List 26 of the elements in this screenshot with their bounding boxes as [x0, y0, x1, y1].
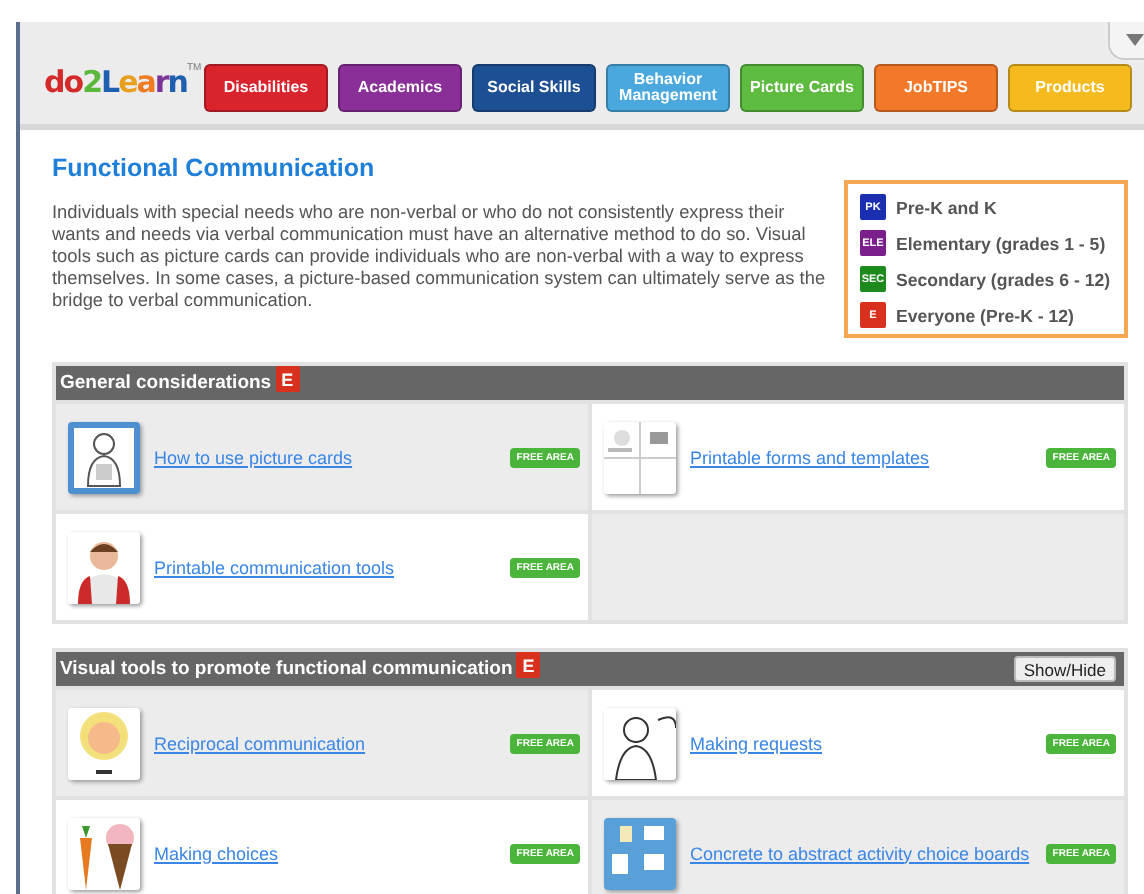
legend-label: Everyone (Pre-K - 12)	[896, 305, 1074, 325]
nav-button[interactable]: Disabilities	[204, 64, 328, 112]
resource-link[interactable]: Making choices	[154, 843, 279, 863]
nav-button[interactable]: JobTIPS	[874, 64, 998, 112]
page-title: Functional Communication	[52, 154, 377, 182]
level-badge: E	[516, 652, 541, 678]
section-title: General considerations	[60, 372, 272, 394]
dropdown-icon	[1125, 34, 1143, 46]
resource-link[interactable]: Printable forms and templates	[690, 447, 930, 467]
nav-button[interactable]: Behavior Management	[606, 64, 730, 112]
resource-link[interactable]: Printable communication tools	[154, 557, 395, 577]
intro-paragraph: Individuals with special needs who are non-verbal or who do not consistently express their wants and needs via verbal communication must have an alternative method to do so. Visual tools such as picture cards can provide individuals who are non-verbal with a way to express themselves. In some cases, a picture-based communication system can ultimately serve as the bridge to verbal communication.	[52, 202, 828, 312]
resource-link[interactable]: Concrete to abstract activity choice boards	[690, 843, 1030, 863]
level-badge: E	[275, 366, 300, 392]
legend-label: Elementary (grades 1 - 5)	[896, 233, 1106, 253]
legend-label: Pre-K and K	[896, 197, 997, 217]
resource-link[interactable]: How to use picture cards	[154, 447, 353, 467]
nav-button[interactable]: Picture Cards	[740, 64, 864, 112]
resource-link[interactable]: Reciprocal communication	[154, 733, 366, 753]
section-title: Visual tools to promote functional communication	[60, 658, 513, 680]
nav-button[interactable]: Academics	[338, 64, 462, 112]
resource-link[interactable]: Making requests	[690, 733, 823, 753]
logo[interactable]: do2Learn	[44, 58, 187, 108]
legend-label: Secondary (grades 6 - 12)	[896, 269, 1111, 289]
show-hide-button[interactable]: Show/Hide	[1013, 656, 1116, 682]
nav-button[interactable]: Social Skills	[472, 64, 596, 112]
